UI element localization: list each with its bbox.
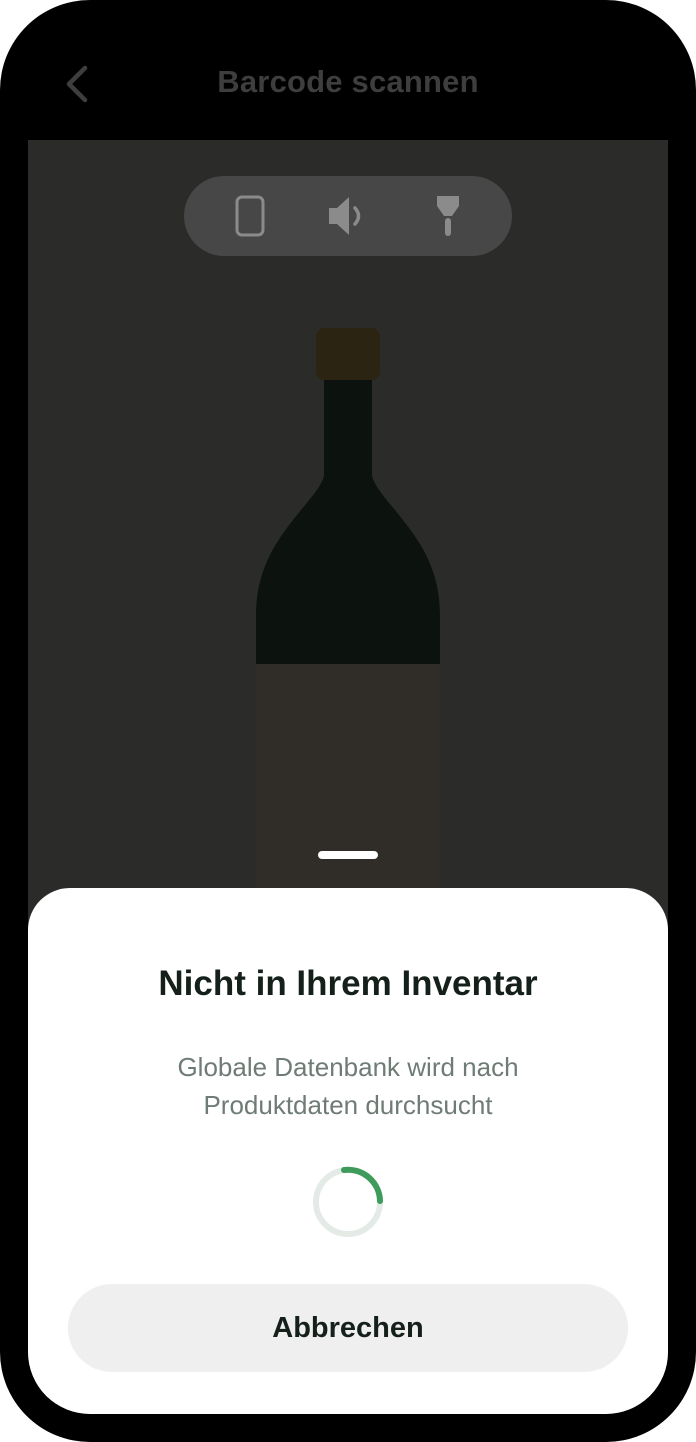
sheet-message: Globale Datenbank wird nach Produktdaten… bbox=[118, 1048, 578, 1124]
page-title: Barcode scannen bbox=[217, 64, 479, 99]
sheet-message-line-2: Produktdaten durchsucht bbox=[203, 1090, 493, 1120]
cancel-button[interactable]: Abbrechen bbox=[68, 1284, 628, 1372]
header: Barcode scannen bbox=[0, 0, 696, 140]
sheet-message-line-1: Globale Datenbank wird nach bbox=[177, 1052, 519, 1082]
sheet-title: Nicht in Ihrem Inventar bbox=[158, 964, 538, 1003]
phone-frame: Barcode scannen Nicht in Ihrem Inventar … bbox=[0, 0, 696, 1442]
loading-spinner bbox=[313, 1166, 383, 1237]
wine-bottle-image bbox=[256, 328, 440, 900]
sheet-drag-handle[interactable] bbox=[318, 851, 378, 859]
bottom-sheet: Nicht in Ihrem Inventar Globale Datenban… bbox=[28, 888, 668, 1414]
